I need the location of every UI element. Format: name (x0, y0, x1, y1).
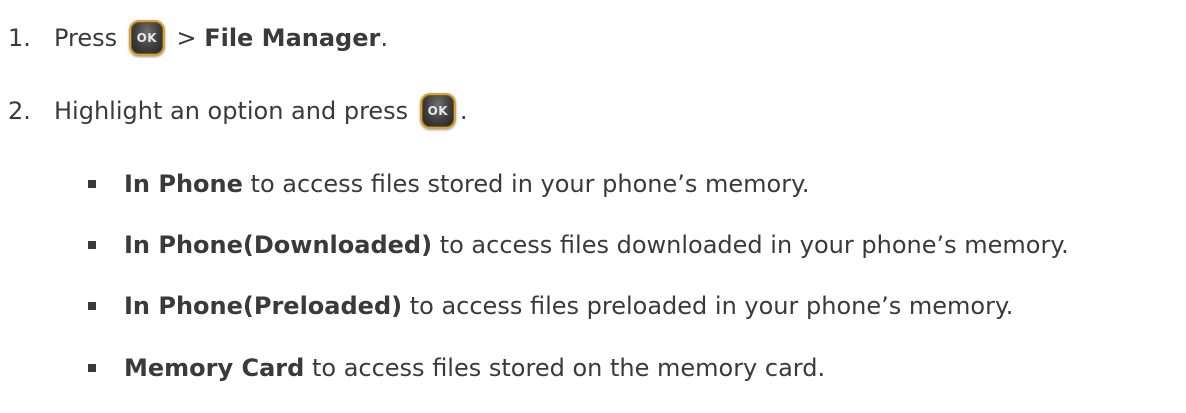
instruction-step-1: 1. Press OK > File Manager . (0, 18, 388, 58)
step-text: Highlight an option and press (54, 97, 409, 125)
option-name: Memory Card (124, 354, 305, 382)
step-suffix: . (380, 24, 388, 52)
square-bullet-icon (88, 364, 96, 372)
option-item: In Phone(Downloaded) to access files dow… (0, 225, 1069, 265)
ok-key-icon: OK (128, 20, 165, 56)
option-description: to access files stored on the memory car… (311, 354, 826, 382)
square-bullet-icon (88, 302, 96, 310)
menu-target: File Manager (204, 24, 381, 52)
step-suffix: . (459, 97, 468, 125)
option-description: to access files stored in your phone’s m… (250, 170, 810, 198)
option-name: In Phone(Preloaded) (124, 292, 403, 320)
option-name: In Phone (124, 170, 243, 198)
step-number: 1. (8, 24, 31, 52)
step-number: 2. (8, 97, 31, 125)
square-bullet-icon (88, 180, 96, 188)
option-description: to access files downloaded in your phone… (439, 231, 1069, 259)
option-description: to access files preloaded in your phone’… (409, 292, 1014, 320)
instruction-step-2: 2. Highlight an option and press OK . (0, 91, 467, 131)
ok-key-label: OK (136, 31, 158, 45)
option-item: In Phone(Preloaded) to access files prel… (0, 286, 1013, 326)
square-bullet-icon (88, 241, 96, 249)
option-name: In Phone(Downloaded) (124, 231, 433, 259)
ok-key-label: OK (427, 104, 449, 118)
ok-key-icon: OK (419, 93, 456, 129)
step-text: Press (54, 24, 118, 52)
option-item: In Phone to access files stored in your … (0, 164, 809, 204)
option-item: Memory Card to access files stored on th… (0, 348, 825, 388)
step-separator: > (176, 24, 197, 52)
